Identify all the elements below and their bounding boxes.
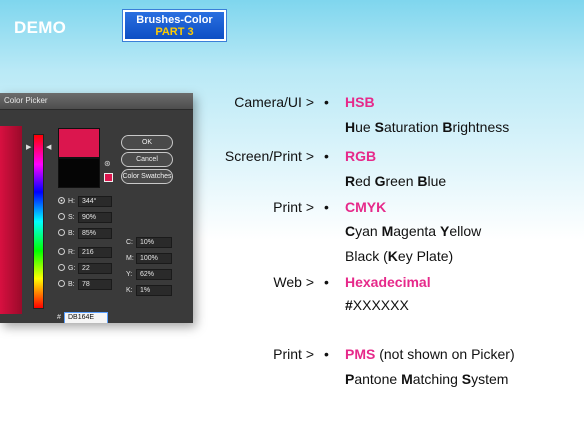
s-label: S: — [68, 214, 75, 221]
hex-label: # — [57, 314, 61, 321]
item-name-rgb: RGB — [345, 148, 377, 164]
s-input[interactable]: 90% — [78, 212, 112, 223]
item-desc-rgb: Red Green Blue — [345, 173, 447, 189]
field-s — [58, 213, 65, 220]
item-desc-cmyk-1: Cyan Magenta Yellow — [345, 223, 482, 239]
bullet-hex: • — [324, 274, 329, 290]
item-label-hex: Web > — [273, 274, 314, 290]
item-desc-cmyk-2: Black (Key Plate) — [345, 248, 454, 264]
r-input[interactable]: 216 — [78, 247, 112, 258]
picker-title: Color Picker — [4, 96, 48, 105]
item-label-pms: Print > — [273, 346, 314, 362]
m-input[interactable]: 100% — [136, 253, 172, 264]
color-swatches-button[interactable]: Color Swatches — [121, 169, 173, 184]
s-radio[interactable] — [58, 213, 65, 220]
demo-title: DEMO — [14, 18, 67, 37]
item-name-pms-row: PMS (not shown on Picker) — [345, 346, 515, 362]
badge-subtitle: PART 3 — [155, 26, 194, 38]
badge-title: Brushes-Color — [136, 14, 213, 26]
out-of-gamut-icon[interactable]: ⊛ — [104, 159, 111, 168]
m-label: M: — [126, 255, 134, 262]
item-label-rgb: Screen/Print > — [224, 148, 314, 164]
field-b — [58, 229, 65, 236]
blue-radio[interactable] — [58, 280, 65, 287]
blue-input[interactable]: 78 — [78, 279, 112, 290]
item-label-hsb: Camera/UI > — [234, 94, 314, 110]
item-name-pms-suffix: (not shown on Picker) — [375, 346, 515, 362]
item-name-hsb: HSB — [345, 94, 375, 110]
hue-arrow-right-icon: ◀ — [46, 144, 52, 151]
item-desc-hex: #XXXXXX — [345, 297, 409, 313]
y-label: Y: — [126, 271, 133, 278]
hue-arrow-left-icon: ▶ — [26, 144, 32, 151]
b-radio[interactable] — [58, 229, 65, 236]
h-input[interactable]: 344° — [78, 196, 112, 207]
b-input[interactable]: 85% — [78, 228, 112, 239]
c-input[interactable]: 10% — [136, 237, 172, 248]
item-desc-pms: Pantone Matching System — [345, 371, 509, 387]
g-radio[interactable] — [58, 264, 65, 271]
g-label: G: — [68, 265, 76, 272]
current-color-swatch[interactable] — [58, 158, 100, 188]
item-label-cmyk: Print > — [273, 199, 314, 215]
g-input[interactable]: 22 — [78, 263, 112, 274]
blue-label: B: — [68, 281, 75, 288]
field-blue — [58, 280, 65, 287]
web-safe-color-icon[interactable] — [104, 173, 113, 182]
part-badge: Brushes-Color PART 3 — [123, 10, 226, 41]
field-g — [58, 264, 65, 271]
c-label: C: — [126, 239, 133, 246]
saturation-field[interactable] — [0, 126, 22, 314]
h-radio[interactable] — [58, 197, 65, 204]
item-name-hex: Hexadecimal — [345, 274, 431, 290]
b-label: B: — [68, 230, 75, 237]
field-r — [58, 248, 65, 255]
field-h — [58, 197, 65, 204]
new-color-swatch — [58, 128, 100, 158]
item-desc-hsb: Hue Saturation Brightness — [345, 119, 510, 135]
item-name-pms: PMS — [345, 346, 376, 362]
hue-slider[interactable] — [33, 134, 44, 309]
item-name-cmyk: CMYK — [345, 199, 387, 215]
bullet-rgb: • — [324, 148, 329, 164]
r-label: R: — [68, 249, 75, 256]
hex-input[interactable]: DB164E — [64, 312, 108, 323]
r-radio[interactable] — [58, 248, 65, 255]
bullet-pms: • — [324, 346, 329, 362]
bullet-cmyk: • — [324, 199, 329, 215]
k-label: K: — [126, 287, 133, 294]
h-label: H: — [68, 198, 75, 205]
bullet-hsb: • — [324, 94, 329, 110]
